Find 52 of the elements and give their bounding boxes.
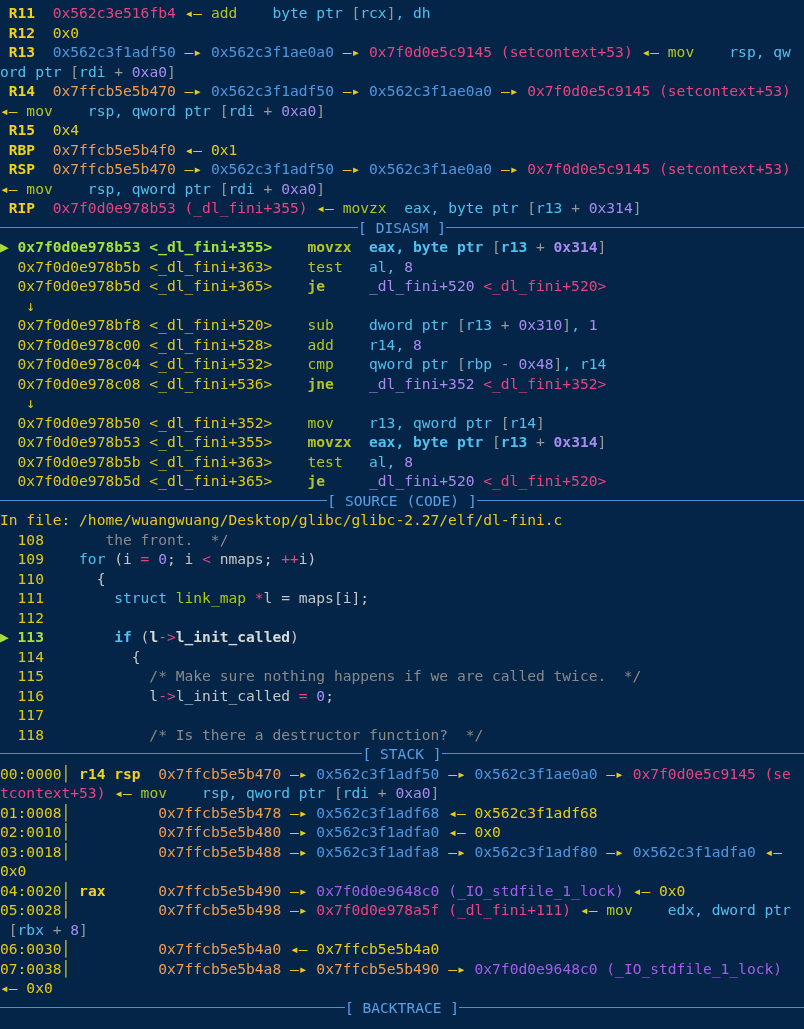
terminal-line: 03:0018│ 0x7ffcb5e5b488 —▸ 0x562c3f1adfa8 —▸ 0x562c3f1adf80 —▸ 0x562c3f1adfa0 ◂— <box>0 841 783 861</box>
terminal-line: 0x0 <box>0 861 27 881</box>
terminal-line: 07:0038│ 0x7ffcb5e5b4a8 —▸ 0x7ffcb5e5b490 —▸ 0x7f0d0e9648c0 (_IO_stdfile_1_lock) <box>0 958 783 978</box>
terminal-line: R11 0x562c3e516fb4 ◂— add byte ptr [rcx], dh <box>7 3 431 23</box>
terminal-line: 116 l->l_init_called = 0; <box>16 685 334 705</box>
terminal-line: 05:0028│ 0x7ffcb5e5b498 —▸ 0x7f0d0e978a5f (_dl_fini+111) ◂— mov edx, dword ptr <box>0 900 791 920</box>
terminal-line: 0x7f0d0e978c08 <_dl_fini+536> jne _dl_fini+352 <_dl_fini+352> <box>16 373 607 393</box>
terminal-line: ord ptr [rdi + 0xa0] <box>0 61 176 81</box>
terminal-line: ◂— mov rsp, qword ptr [rdi + 0xa0] <box>0 178 326 198</box>
terminal-line: RIP 0x7f0d0e978b53 (_dl_fini+355) ◂— movzx eax, byte ptr [r13 + 0x314] <box>7 198 642 218</box>
terminal-line: RBP 0x7ffcb5e5b4f0 ◂— 0x1 <box>7 139 238 159</box>
terminal-line: 0x7f0d0e978b5b <_dl_fini+363> test al, 8 <box>16 451 413 471</box>
terminal-line: 111 struct link_map *l = maps[i]; <box>16 588 370 608</box>
terminal-line: 118 /* Is there a destructor function? */ <box>16 724 484 744</box>
terminal-line: 04:0020│ rax 0x7ffcb5e5b490 —▸ 0x7f0d0e9648c0 (_IO_stdfile_1_lock) ◂— 0x0 <box>0 880 686 900</box>
terminal-line: ◂— mov rsp, qword ptr [rdi + 0xa0] <box>0 100 326 120</box>
terminal-line: 109 for (i = 0; i < nmaps; ++i) <box>16 549 317 569</box>
terminal-line: 114 { <box>16 646 141 666</box>
terminal-line: ↓ <box>25 393 36 413</box>
terminal-line: 0x7f0d0e978c00 <_dl_fini+528> add r14, 8 <box>16 334 422 354</box>
terminal-line: ▶ 0x7f0d0e978b53 <_dl_fini+355> movzx eax, byte ptr [r13 + 0x314] <box>0 237 607 257</box>
terminal-line: 0x7f0d0e978b5d <_dl_fini+365> je _dl_fini+520 <_dl_fini+520> <box>16 276 607 296</box>
terminal-line: ▶ 113 if (l->l_init_called) <box>0 627 299 647</box>
terminal-line: [rbx + 8] <box>7 919 88 939</box>
terminal-line: RSP 0x7ffcb5e5b470 —▸ 0x562c3f1adf50 —▸ 0x562c3f1ae0a0 —▸ 0x7f0d0e5c9145 (setcontext+53) <box>7 159 791 179</box>
terminal-line: 0x7f0d0e978c04 <_dl_fini+532> cmp qword ptr [rbp - 0x48], r14 <box>16 354 607 374</box>
section-header: [ BACKTRACE ] <box>344 997 460 1017</box>
terminal-line: 0x7f0d0e978b5d <_dl_fini+365> je _dl_fini+520 <_dl_fini+520> <box>16 471 607 491</box>
terminal-line: 06:0030│ 0x7ffcb5e5b4a0 ◂— 0x7ffcb5e5b4a0 <box>0 939 440 959</box>
terminal-line: 00:0000│ r14 rsp 0x7ffcb5e5b470 —▸ 0x562c3f1adf50 —▸ 0x562c3f1ae0a0 —▸ 0x7f0d0e5c9145 (se <box>0 763 791 783</box>
terminal-line: 108 the front. */ <box>16 529 229 549</box>
section-header: [ SOURCE (CODE) ] <box>327 490 477 510</box>
terminal-line: 0x7f0d0e978b50 <_dl_fini+352> mov r13, qword ptr [r14] <box>16 412 545 432</box>
terminal-line: 115 /* Make sure nothing happens if we are called twice. */ <box>16 666 642 686</box>
terminal-line: 01:0008│ 0x7ffcb5e5b478 —▸ 0x562c3f1adf68 ◂— 0x562c3f1adf68 <box>0 802 598 822</box>
terminal-line: ◂— 0x0 <box>0 978 53 998</box>
terminal-line: ↓ <box>25 295 36 315</box>
terminal-line: 02:0010│ 0x7ffcb5e5b480 —▸ 0x562c3f1adfa0 ◂— 0x0 <box>0 822 501 842</box>
terminal-line: R12 0x0 <box>7 22 80 42</box>
terminal-line: tcontext+53) ◂— mov rsp, qword ptr [rdi + 0xa0] <box>0 783 440 803</box>
terminal-line: 0x7f0d0e978bf8 <_dl_fini+520> sub dword ptr [r13 + 0x310], 1 <box>16 315 598 335</box>
terminal-line: 117 <box>16 705 44 725</box>
terminal-line: 0x7f0d0e978b53 <_dl_fini+355> movzx eax, byte ptr [r13 + 0x314] <box>16 432 607 452</box>
terminal-line: 110 { <box>16 568 106 588</box>
terminal-line: 0x7f0d0e978b5b <_dl_fini+363> test al, 8 <box>16 256 413 276</box>
terminal-line: R15 0x4 <box>7 120 80 140</box>
terminal-line: 112 <box>16 607 44 627</box>
terminal-line: In file: /home/wuangwuang/Desktop/glibc/glibc-2.27/elf/dl-fini.c <box>0 510 563 530</box>
section-header: [ DISASM ] <box>358 217 446 237</box>
section-header: [ STACK ] <box>362 744 442 764</box>
terminal-line: R13 0x562c3f1adf50 —▸ 0x562c3f1ae0a0 —▸ 0x7f0d0e5c9145 (setcontext+53) ◂— mov rsp, qw <box>7 42 791 62</box>
terminal-line: R14 0x7ffcb5e5b470 —▸ 0x562c3f1adf50 —▸ 0x562c3f1ae0a0 —▸ 0x7f0d0e5c9145 (setcontext+53) <box>7 81 791 101</box>
